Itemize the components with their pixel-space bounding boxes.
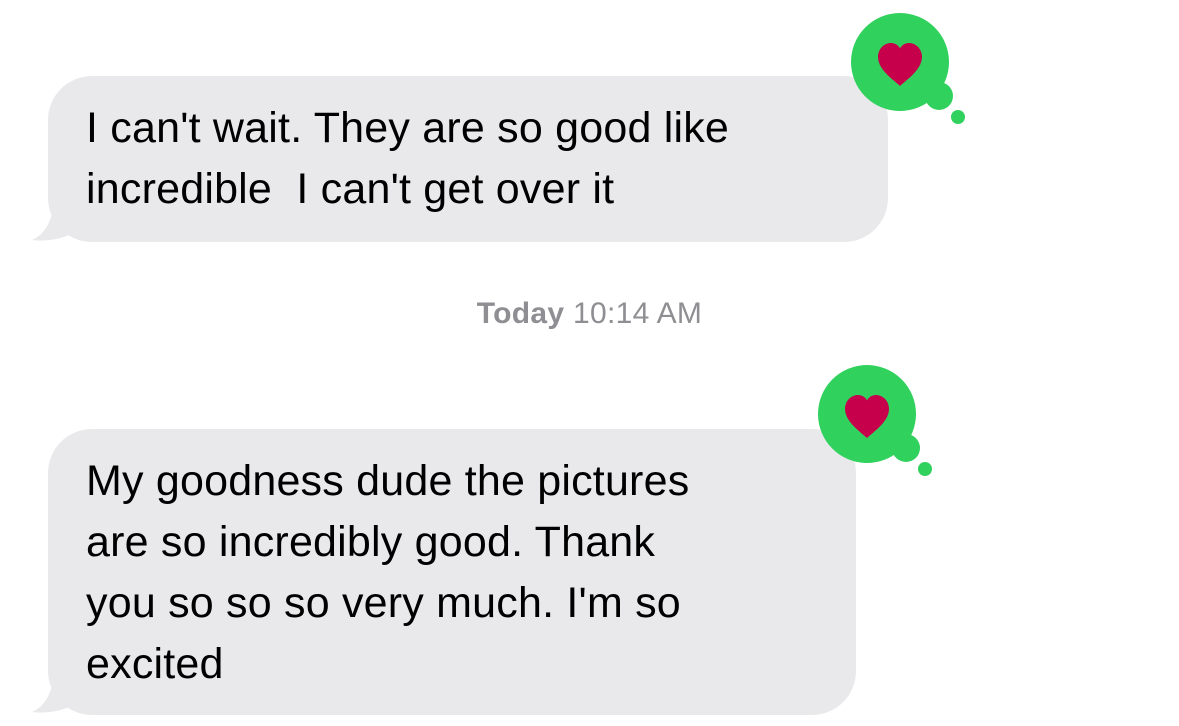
timestamp: Today 10:14 AM: [0, 296, 1179, 332]
message-bubble[interactable]: My goodness dude the pictures are so inc…: [48, 429, 856, 715]
timestamp-day: Today: [476, 297, 565, 330]
message-text: My goodness dude the pictures are so inc…: [86, 457, 690, 688]
heart-tapback[interactable]: [815, 362, 939, 480]
message-bubble[interactable]: I can't wait. They are so good like incr…: [48, 76, 888, 242]
heart-tapback[interactable]: [848, 10, 972, 128]
message-thread: I can't wait. They are so good like incr…: [0, 0, 1179, 726]
message-text: I can't wait. They are so good like incr…: [86, 104, 730, 213]
timestamp-time: 10:14 AM: [573, 297, 703, 330]
